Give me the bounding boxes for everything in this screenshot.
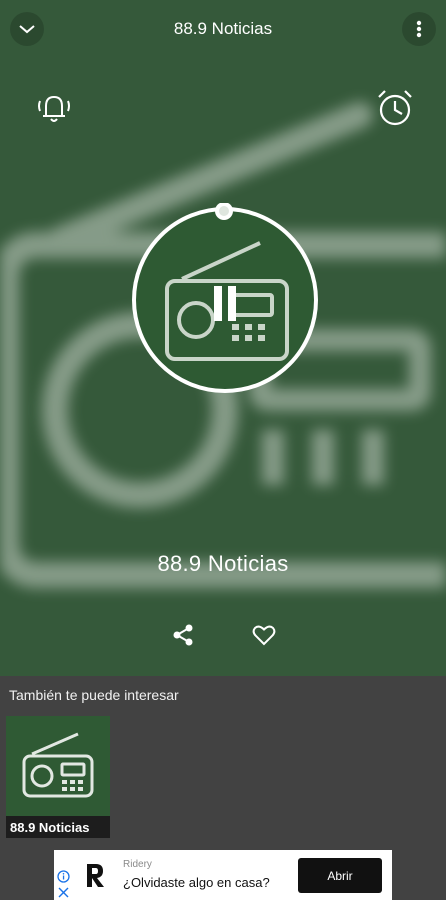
bell-icon [38,95,70,122]
share-button[interactable] [168,620,198,650]
ad-brand: Ridery [123,859,152,870]
ad-banner[interactable]: Ridery ¿Olvidaste algo en casa? Abrir [54,850,392,900]
info-icon[interactable] [57,870,70,883]
suggestion-card-label: 88.9 Noticias [6,816,110,838]
page-title: 88.9 Noticias [173,19,273,38]
notification-button[interactable] [33,88,75,128]
close-icon[interactable] [58,887,69,898]
ad-open-button[interactable]: Abrir [298,858,382,893]
radio-icon [22,732,94,798]
suggestion-card[interactable]: 88.9 Noticias [6,716,110,838]
favorite-button[interactable] [249,620,279,650]
player-area: 88.9 Noticias 88.9 Noticias [0,0,446,676]
alarm-button[interactable] [373,86,417,130]
station-name: 88.9 Noticias [157,551,289,576]
heart-icon [252,625,276,646]
ad-headline: ¿Olvidaste algo en casa? [123,875,270,890]
ad-logo [78,858,112,892]
alarm-clock-icon [378,90,412,126]
share-icon [173,624,193,646]
station-artwork [132,203,318,393]
more-vert-icon [416,20,422,38]
suggestions-title: También te puede interesar [9,687,179,703]
top-bar: 88.9 Noticias [0,0,446,58]
more-options-button[interactable] [402,12,436,46]
